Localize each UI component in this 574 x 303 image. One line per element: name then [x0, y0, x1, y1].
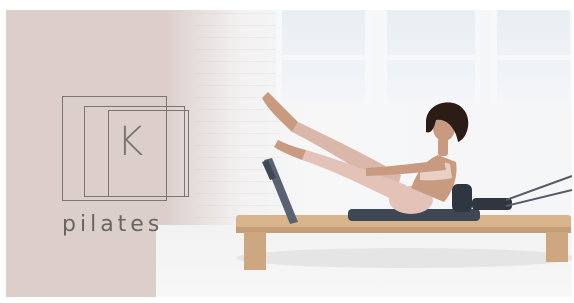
instructor-foot: [274, 140, 306, 160]
logo-square-outer: [62, 96, 167, 201]
instructor-photo-icon: [262, 92, 469, 214]
hero-banner: K pilates: [6, 10, 572, 297]
reformer-strap: [505, 175, 572, 201]
logo-text: pilates: [62, 212, 164, 237]
floor-shadow: [236, 248, 572, 268]
reformer-shoulder-block: [452, 184, 472, 212]
reformer-strap: [505, 189, 572, 207]
screenshot-frame: K pilates: [0, 0, 574, 303]
logo-letter: K: [117, 119, 144, 165]
brand-logo: K pilates: [62, 96, 197, 246]
instructor-foot: [262, 92, 298, 132]
reformer-rail-shade: [236, 227, 571, 233]
reformer-leg-right: [546, 232, 568, 262]
reformer-leg-left: [244, 232, 266, 270]
